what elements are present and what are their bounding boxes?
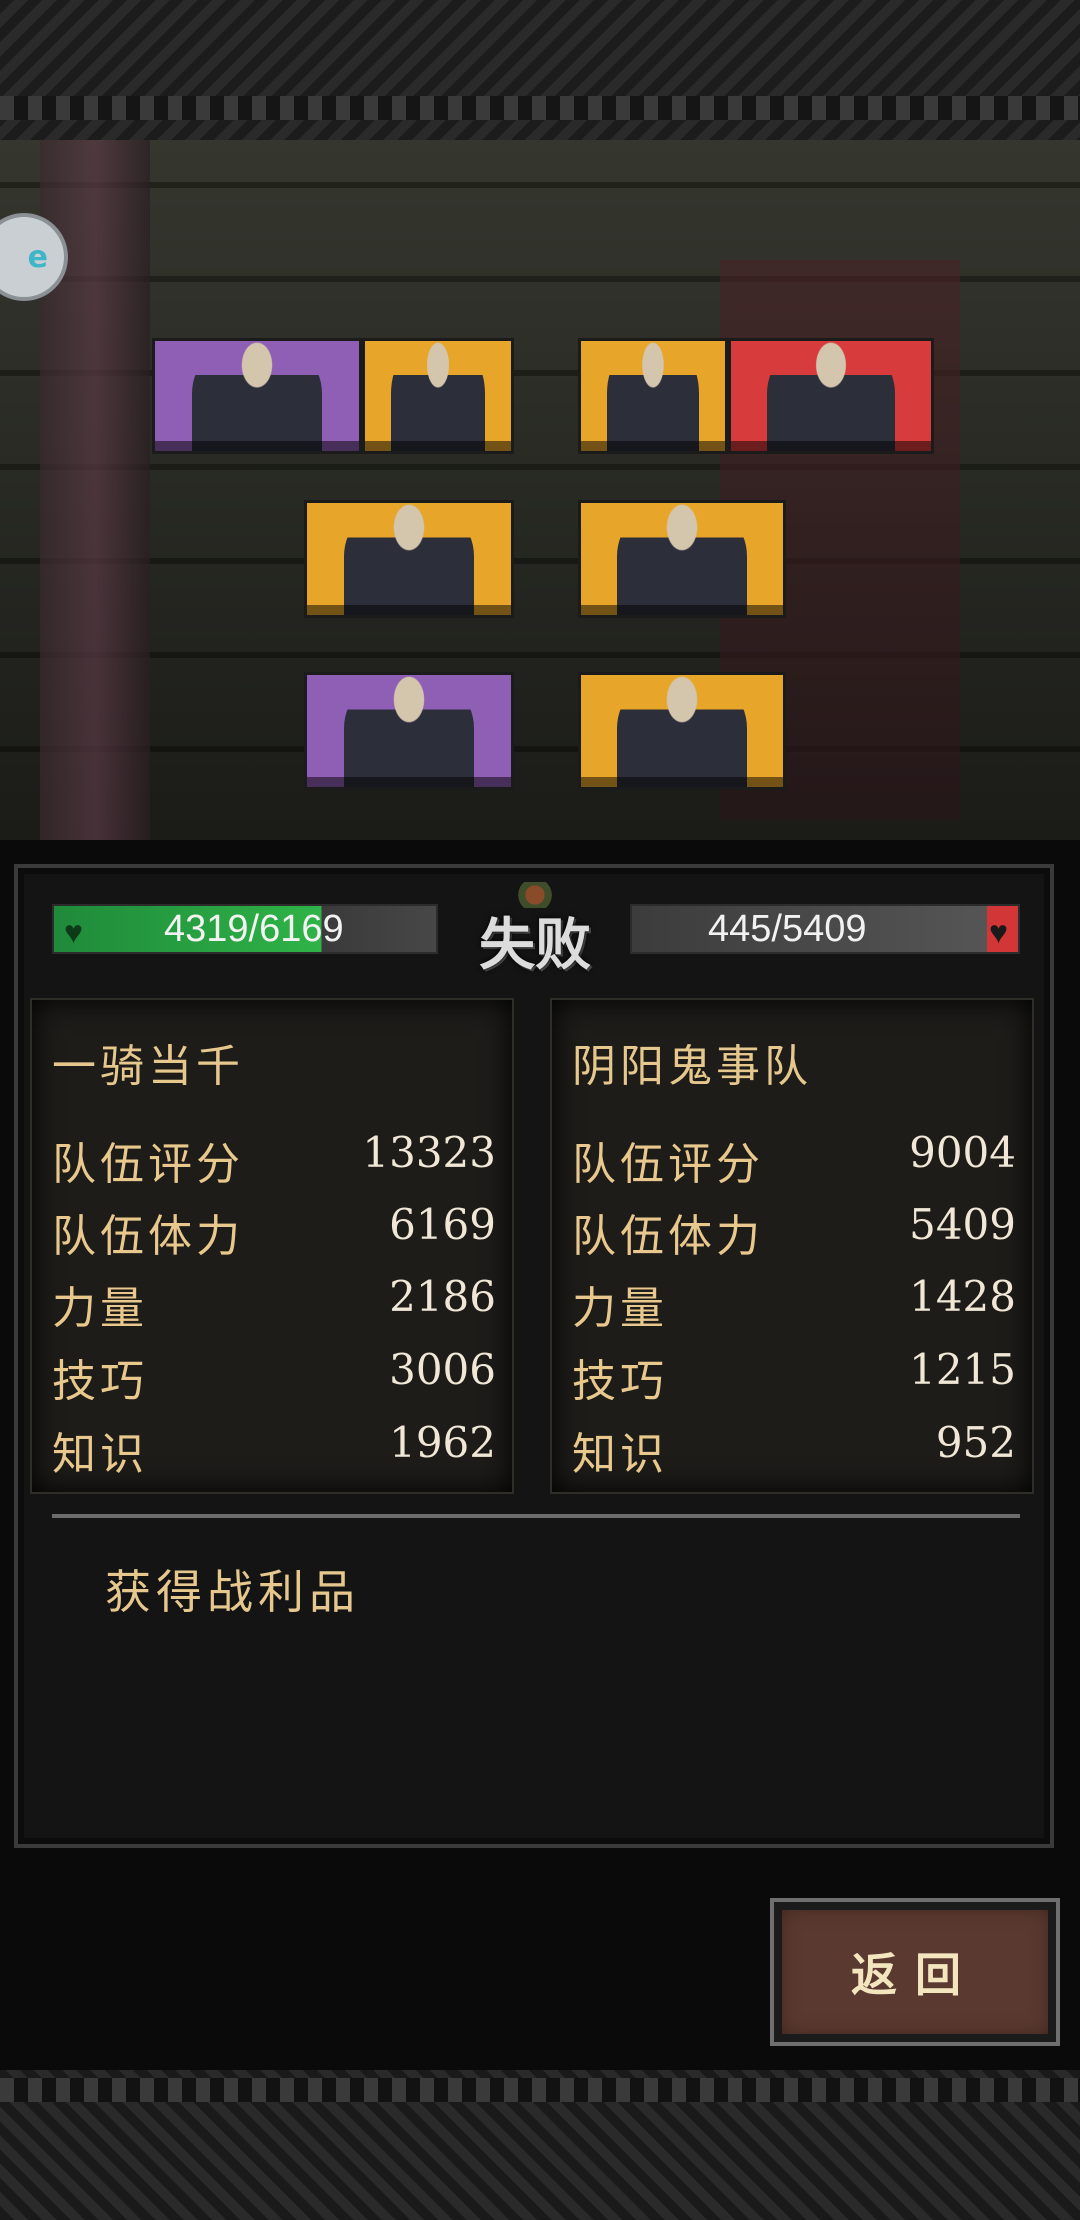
stat-row: 技巧 3006 xyxy=(52,1345,496,1407)
stat-row: 力量 1428 xyxy=(572,1272,1016,1334)
left-team-name: 一骑当千 xyxy=(52,1041,244,1092)
left-team-stats-box: 一骑当千 队伍评分 13323 队伍体力 6169 力量 2186 技巧 300… xyxy=(30,998,514,1494)
stat-value: 13323 xyxy=(362,1128,496,1177)
stat-label: 知识 xyxy=(52,1429,148,1480)
left-team-hp-bar: ♥ 4319/6169 xyxy=(52,904,438,954)
left-team-hp-text: 4319/6169 xyxy=(164,907,344,950)
red-heart-icon: ♥ xyxy=(989,914,1008,950)
green-heart-icon: ♥ xyxy=(64,914,83,950)
stat-row: 技巧 1215 xyxy=(572,1345,1016,1407)
bottom-decorative-border xyxy=(0,2070,1080,2220)
character-portrait[interactable] xyxy=(728,338,934,454)
character-portrait[interactable] xyxy=(578,338,728,454)
stat-row: 队伍评分 13323 xyxy=(52,1128,496,1190)
return-button-label: 返回 xyxy=(851,1948,979,2002)
stat-row: 队伍体力 5409 xyxy=(572,1200,1016,1262)
character-portrait[interactable] xyxy=(362,338,514,454)
right-team-stats-box: 阴阳鬼事队 队伍评分 9004 队伍体力 5409 力量 1428 技巧 121… xyxy=(550,998,1034,1494)
character-portrait[interactable] xyxy=(304,672,514,790)
battle-result-title: 失败 xyxy=(470,882,600,978)
right-team-hp-bar: 445/5409 ♥ xyxy=(630,904,1020,954)
stat-value: 1962 xyxy=(389,1418,496,1467)
stat-value: 9004 xyxy=(909,1128,1016,1177)
stat-value: 1215 xyxy=(909,1345,1016,1394)
stat-label: 知识 xyxy=(572,1429,668,1480)
stat-label: 技巧 xyxy=(572,1356,668,1407)
stat-label: 队伍体力 xyxy=(52,1211,244,1262)
character-portrait[interactable] xyxy=(152,338,362,454)
return-button[interactable]: 返回 xyxy=(770,1898,1060,2046)
battle-scene xyxy=(0,140,1080,840)
stat-label: 技巧 xyxy=(52,1356,148,1407)
stat-row: 知识 952 xyxy=(572,1418,1016,1480)
stat-value: 3006 xyxy=(389,1345,496,1394)
loot-label: 获得战利品 xyxy=(105,1565,360,1619)
stat-value: 1428 xyxy=(909,1272,1016,1321)
stat-row: 知识 1962 xyxy=(52,1418,496,1480)
panel-divider xyxy=(52,1514,1020,1518)
top-decorative-border xyxy=(0,0,1080,140)
stat-value: 2186 xyxy=(389,1272,496,1321)
battle-result-text: 失败 xyxy=(479,912,591,978)
side-badge-text: e xyxy=(27,239,48,275)
stat-row: 队伍体力 6169 xyxy=(52,1200,496,1262)
right-team-name: 阴阳鬼事队 xyxy=(572,1041,812,1092)
stat-label: 队伍体力 xyxy=(572,1211,764,1262)
stat-value: 6169 xyxy=(389,1200,496,1249)
stat-row: 力量 2186 xyxy=(52,1272,496,1334)
stat-label: 队伍评分 xyxy=(52,1139,244,1190)
character-portrait[interactable] xyxy=(578,500,786,618)
result-ornament-icon xyxy=(515,882,555,908)
stat-label: 力量 xyxy=(572,1283,668,1334)
character-portrait[interactable] xyxy=(578,672,786,790)
stat-row: 队伍评分 9004 xyxy=(572,1128,1016,1190)
right-team-hp-text: 445/5409 xyxy=(708,907,867,950)
stat-value: 5409 xyxy=(909,1200,1016,1249)
stat-value: 952 xyxy=(935,1418,1016,1467)
stat-label: 队伍评分 xyxy=(572,1139,764,1190)
stat-label: 力量 xyxy=(52,1283,148,1334)
character-portrait[interactable] xyxy=(304,500,514,618)
